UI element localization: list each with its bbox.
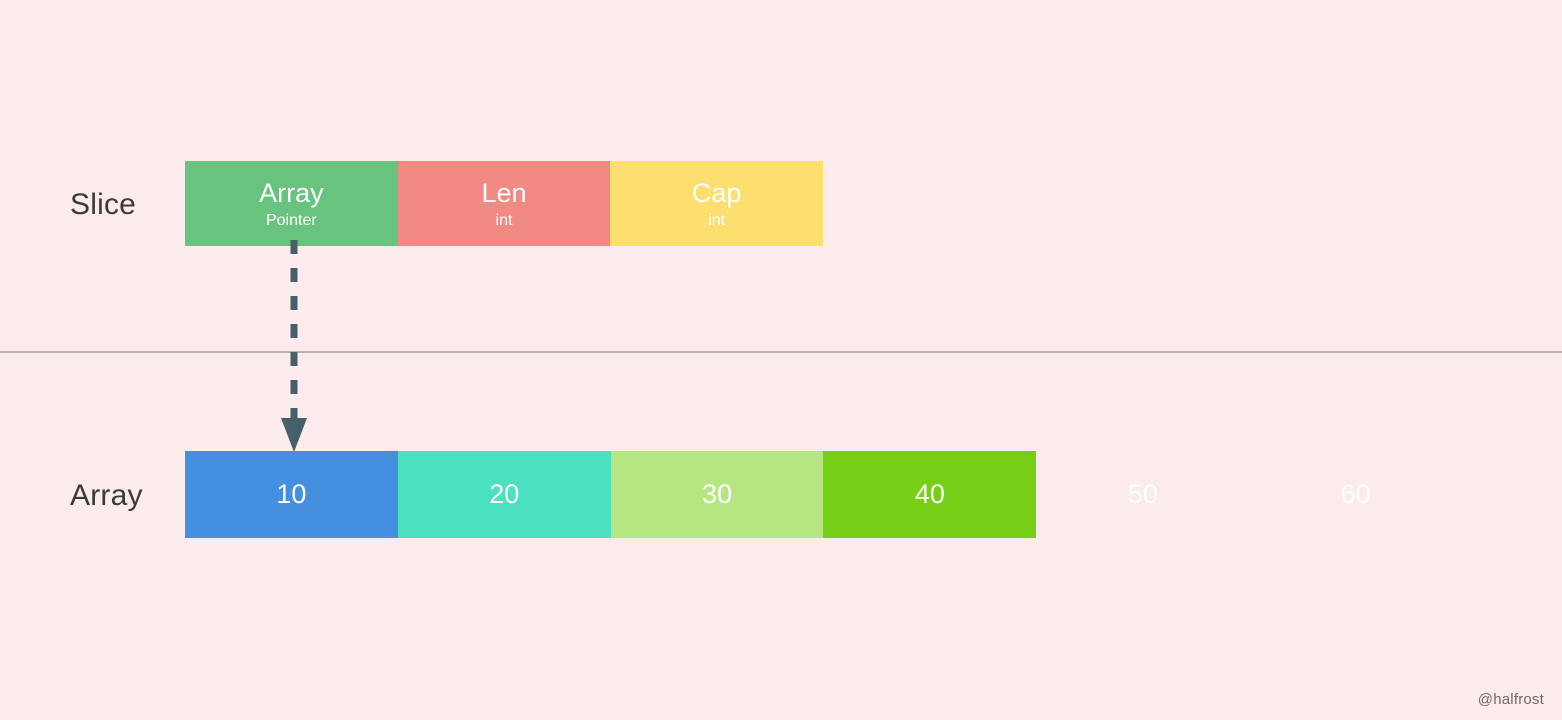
slice-cell-len: Len int (397, 161, 611, 246)
array-row-label: Array (70, 479, 143, 512)
slice-cell-title: Cap (691, 177, 742, 208)
section-divider (0, 351, 1562, 353)
slice-cell-subtitle: int (708, 211, 726, 229)
slice-header-row: Array Pointer Len int Cap int (185, 161, 824, 246)
diagram-canvas: Slice Array Pointer Len int Cap int Arra… (0, 0, 1562, 720)
dashed-arrow-down-icon (265, 240, 325, 455)
slice-cell-cap: Cap int (610, 161, 824, 246)
watermark: @halfrost (1477, 691, 1544, 708)
array-cell: 40 (823, 451, 1037, 538)
slice-cell-title: Array (259, 177, 324, 208)
array-cell: 20 (397, 451, 611, 538)
array-cell: 50 (1127, 479, 1158, 509)
slice-cell-array-pointer: Array Pointer (185, 161, 398, 246)
slice-cell-subtitle: Pointer (265, 211, 317, 229)
slice-row-label: Slice (70, 188, 137, 221)
backing-array-row: 10 20 30 40 50 60 (185, 451, 1462, 538)
slice-cell-subtitle: int (495, 211, 513, 229)
slice-cell-title: Len (481, 177, 527, 208)
array-cell: 60 (1340, 479, 1371, 509)
array-cell: 30 (610, 451, 824, 538)
array-cell: 10 (185, 451, 398, 538)
